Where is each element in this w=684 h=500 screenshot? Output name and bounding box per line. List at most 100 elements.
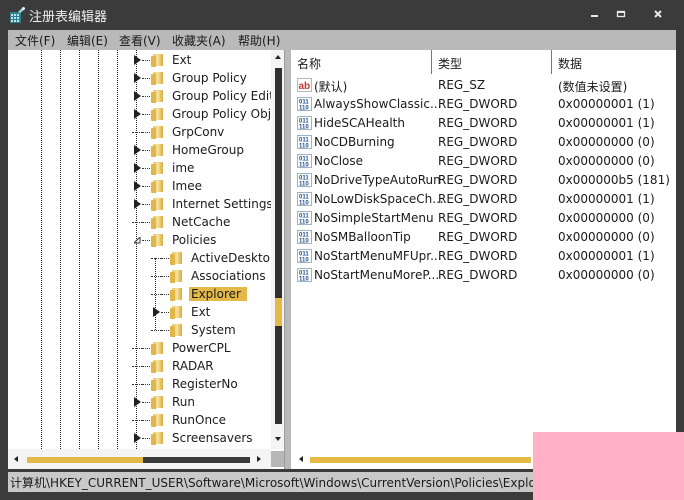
scroll-track[interactable] [275,326,282,424]
tree-item-label[interactable]: Policies [172,233,216,247]
values-horizontal-scrollbar[interactable] [291,449,531,469]
value-row[interactable]: 011 110 NoStartMenuMoreP... REG_DWORD 0x0000… [291,266,676,285]
tree-item-label-selected[interactable]: Explorer [189,287,247,301]
tree-item-label[interactable]: RegisterNo [172,377,238,391]
value-row[interactable]: 011 110 NoClose REG_DWORD 0x00000000 (0) [291,152,676,171]
expand-arrow-icon[interactable] [132,195,142,213]
tree-item-label[interactable]: ime [172,161,194,175]
value-row[interactable]: ab (默认) REG_SZ (数值未设置) [291,76,676,95]
registry-key-tree[interactable]: Ext Group Policy Group Policy Editor Group … [8,50,285,469]
svg-text:110: 110 [299,182,309,188]
value-row[interactable]: 011 110 NoStartMenuMFUpr... REG_DWORD 0x0000… [291,247,676,266]
tree-item-label[interactable]: HomeGroup [172,143,244,157]
tree-item[interactable]: Screensavers [132,429,253,447]
expand-arrow-icon[interactable] [132,141,142,159]
tree-item-label[interactable]: Associations [191,269,266,283]
tree-item[interactable]: Imee [132,177,202,195]
tree-item[interactable]: Associations [151,267,266,285]
scroll-left-arrow-icon[interactable] [14,456,18,462]
expand-arrow-icon[interactable] [132,393,142,411]
tree-item[interactable]: ActiveDesktop [151,249,278,267]
tree-item[interactable]: Ext [151,303,210,321]
tree-item-label[interactable]: GrpConv [172,125,224,139]
expand-arrow-icon[interactable] [132,51,142,69]
tree-item[interactable]: Internet Settings [132,195,273,213]
tree-item-label[interactable]: PowerCPL [172,341,231,355]
tree-item[interactable]: ime [132,159,194,177]
tree-item-label[interactable]: ActiveDesktop [191,251,278,265]
tree-item-label[interactable]: RunOnce [172,413,226,427]
tree-item[interactable]: PowerCPL [132,339,231,357]
value-row[interactable]: 011 110 HideSCAHealth REG_DWORD 0x00000001 (… [291,114,676,133]
expand-arrow-icon[interactable] [132,177,142,195]
maximize-button[interactable] [610,6,632,22]
tree-item[interactable]: RegisterNo [132,375,238,393]
column-header-type[interactable]: 类型 [432,50,462,74]
expand-arrow-icon[interactable] [132,159,142,177]
scroll-track[interactable] [143,457,250,463]
value-type: REG_DWORD [438,249,518,263]
tree-vertical-scrollbar[interactable] [271,50,284,449]
expand-arrow-icon[interactable] [132,69,142,87]
value-row[interactable]: 011 110 NoSimpleStartMenu REG_DWORD 0x000000… [291,209,676,228]
menu-help[interactable]: 帮助(H) [238,32,280,49]
expand-arrow-icon[interactable] [132,429,142,447]
value-row[interactable]: 011 110 NoDriveTypeAutoRun REG_DWORD 0x00000… [291,171,676,190]
tree-item[interactable]: System [151,321,236,339]
tree-item[interactable]: GrpConv [132,123,224,141]
tree-item-label[interactable]: Ext [191,305,210,319]
tree-item[interactable]: RunOnce [132,411,226,429]
value-row[interactable]: 011 110 NoSMBalloonTip REG_DWORD 0x00000000 … [291,228,676,247]
tree-item-label[interactable]: System [191,323,236,337]
tree-item-label[interactable]: RADAR [172,359,214,373]
tree-item[interactable]: Ext [132,51,191,69]
expand-arrow-icon[interactable] [132,105,142,123]
minimize-button[interactable] [584,6,606,22]
scroll-down-arrow-icon[interactable] [275,437,281,441]
value-type: REG_DWORD [438,173,518,187]
collapse-arrow-icon[interactable] [132,231,142,249]
tree-item-label[interactable]: Group Policy Objec [172,107,284,121]
registry-values-list[interactable]: 名称 类型 数据 ab (默认) REG_SZ (数值未设置) 011 110 Always… [291,50,676,469]
scroll-up-arrow-icon[interactable] [275,55,281,59]
tree-item-label[interactable]: Group Policy Editor [172,89,284,103]
value-row[interactable]: 011 110 NoLowDiskSpaceCh... REG_DWORD 0x0000… [291,190,676,209]
tree-item-label[interactable]: Ext [172,53,191,67]
scroll-right-arrow-icon[interactable] [257,456,261,462]
menu-favorites[interactable]: 收藏夹(A) [172,32,226,49]
binary-value-icon: 011 110 [297,230,312,245]
menu-file[interactable]: 文件(F) [15,32,55,49]
close-button[interactable] [647,6,669,22]
tree-item[interactable]: NetCache [132,213,230,231]
folder-icon [151,143,166,157]
tree-item[interactable]: Group Policy Editor [132,87,284,105]
tree-item[interactable]: Group Policy [132,69,247,87]
tree-item-label[interactable]: Internet Settings [172,197,273,211]
tree-item[interactable]: Run [132,393,195,411]
tree-item[interactable]: HomeGroup [132,141,244,159]
tree-item-label[interactable]: NetCache [172,215,230,229]
value-row[interactable]: 011 110 AlwaysShowClassic... REG_DWORD 0x000… [291,95,676,114]
tree-item[interactable]: RADAR [132,357,214,375]
value-row[interactable]: 011 110 NoCDBurning REG_DWORD 0x00000000 (0) [291,133,676,152]
tree-item[interactable]: Explorer [151,285,247,303]
menu-view[interactable]: 查看(V) [119,32,161,49]
menu-edit[interactable]: 编辑(E) [67,32,108,49]
scroll-track[interactable] [275,68,282,298]
tree-item[interactable]: Group Policy Objec [132,105,284,123]
scroll-thumb[interactable] [310,457,531,463]
tree-item-label[interactable]: Group Policy [172,71,247,85]
tree-item-label[interactable]: Imee [172,179,202,193]
tree-item-label[interactable]: Screensavers [172,431,253,445]
tree-item[interactable]: Policies [132,231,216,249]
tree-item-label[interactable]: Run [172,395,195,409]
folder-icon [151,431,166,445]
column-header-name[interactable]: 名称 [291,50,321,74]
expand-arrow-icon[interactable] [151,303,161,321]
scroll-left-arrow-icon[interactable] [299,456,303,462]
scroll-thumb[interactable] [275,298,282,326]
expand-arrow-icon[interactable] [132,87,142,105]
scroll-thumb[interactable] [27,457,143,463]
tree-horizontal-scrollbar[interactable] [8,449,271,469]
column-header-data[interactable]: 数据 [552,50,582,74]
